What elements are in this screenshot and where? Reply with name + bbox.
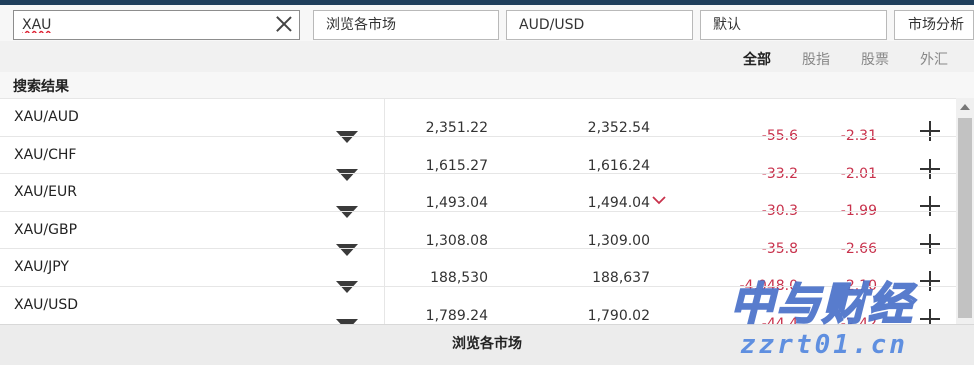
tab-stocks[interactable]: 股票 — [861, 49, 889, 69]
change-value: -44.4 — [761, 315, 798, 325]
bid-price: 1,789.24 — [425, 307, 488, 324]
ask-price: 1,309.00 — [587, 232, 650, 249]
footer-bar: 浏览各市场 — [0, 324, 974, 365]
market-analysis-field[interactable]: 市场分析 — [894, 10, 974, 40]
table-row[interactable]: XAU/AUD 2,351.22 2,352.54 -55.6 -2.31 — [0, 98, 956, 144]
table-row[interactable]: XAU/CHF 1,615.27 1,616.24 -33.2 -2.01 — [0, 135, 956, 182]
scroll-thumb[interactable] — [958, 118, 972, 318]
search-input[interactable] — [22, 12, 262, 38]
bid-price: 1,493.04 — [425, 195, 488, 211]
default-label: 默认 — [713, 17, 741, 33]
default-field[interactable]: 默认 — [700, 10, 887, 40]
bid-price: 1,308.08 — [425, 232, 488, 249]
filter-bar: 全部 股指 股票 外汇 — [0, 41, 974, 72]
browse-markets-button[interactable]: 浏览各市场 — [0, 325, 974, 365]
market-analysis-label: 市场分析 — [908, 17, 964, 33]
ask-price: 1,494.04 — [587, 195, 650, 211]
browse-markets-label: 浏览各市场 — [326, 17, 396, 33]
scroll-up-arrow-icon[interactable] — [960, 104, 970, 110]
pair-label: AUD/USD — [519, 17, 585, 33]
change-percent: -2.42 — [840, 315, 877, 325]
tab-fx[interactable]: 外汇 — [920, 49, 948, 69]
results-scrollbar[interactable] — [956, 98, 974, 324]
table-row[interactable]: XAU/JPY 188,530 188,637 -4,048.0 -2.10 — [0, 248, 956, 294]
bid-price: 188,530 — [430, 270, 488, 286]
toolbar: 浏览各市场 AUD/USD 默认 市场分析 — [0, 5, 974, 41]
ask-price: 1,616.24 — [587, 157, 650, 174]
add-icon[interactable] — [920, 308, 940, 324]
results-title: 搜索结果 — [13, 79, 69, 95]
symbol-label: XAU/GBP — [14, 221, 78, 238]
table-row[interactable]: XAU/GBP 1,308.08 1,309.00 -35.8 -2.66 — [0, 210, 956, 257]
pair-field[interactable]: AUD/USD — [506, 10, 693, 40]
table-row[interactable]: XAU/EUR 1,493.04 1,494.04 -30.3 -1.99 — [0, 173, 956, 219]
tab-all[interactable]: 全部 — [743, 49, 771, 69]
symbol-label: XAU/CHF — [14, 146, 77, 163]
column-divider — [384, 98, 385, 324]
search-box[interactable] — [13, 10, 300, 40]
results-header: 搜索结果 — [0, 72, 974, 98]
results-list: XAU/AUD 2,351.22 2,352.54 -55.6 -2.31 XA… — [0, 98, 956, 324]
bid-price: 1,615.27 — [425, 157, 488, 174]
symbol-label: XAU/EUR — [14, 184, 77, 200]
symbol-label: XAU/USD — [14, 296, 79, 313]
ask-price: 1,790.02 — [587, 307, 650, 324]
ask-price: 188,637 — [592, 270, 650, 286]
tab-indices[interactable]: 股指 — [802, 49, 830, 69]
browse-markets-field[interactable]: 浏览各市场 — [313, 10, 499, 40]
ask-price: 2,352.54 — [587, 120, 650, 136]
symbol-label: XAU/AUD — [14, 109, 79, 125]
price-down-chevron-icon — [652, 196, 666, 205]
symbol-label: XAU/JPY — [14, 259, 69, 275]
bid-price: 2,351.22 — [425, 120, 488, 136]
table-row[interactable]: XAU/USD 1,789.24 1,790.02 -44.4 -2.42 — [0, 285, 956, 325]
clear-search-icon[interactable] — [275, 15, 293, 33]
